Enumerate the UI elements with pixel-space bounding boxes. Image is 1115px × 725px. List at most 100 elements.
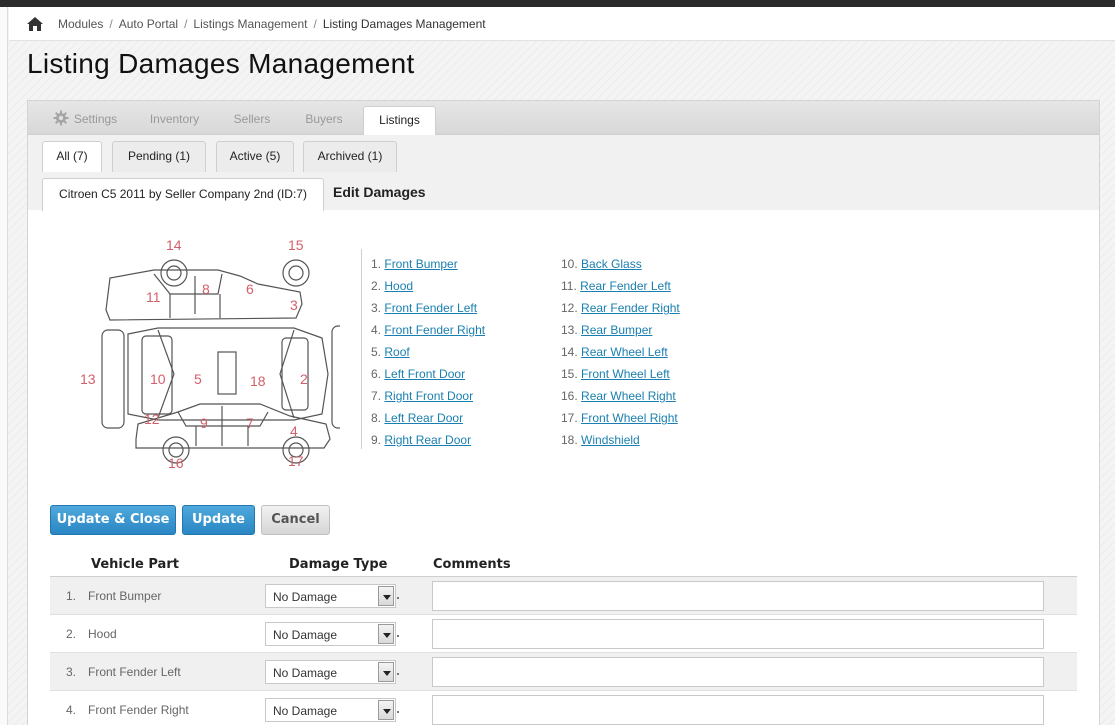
diagram-label-9: 9 — [200, 415, 208, 431]
chevron-down-icon[interactable] — [378, 700, 394, 720]
part-number: 10. — [561, 257, 578, 271]
comment-input[interactable] — [432, 695, 1044, 725]
part-number: 3. — [371, 301, 382, 315]
part-number: 4. — [371, 323, 382, 337]
damage-type-value: No Damage — [273, 628, 338, 642]
subtab-active[interactable]: Active (5) — [216, 141, 294, 172]
diagram-label-18: 18 — [250, 373, 266, 389]
comment-input[interactable] — [432, 619, 1044, 649]
chevron-down-icon[interactable] — [378, 624, 394, 644]
list-item: 6. Left Front Door — [371, 363, 485, 385]
part-link[interactable]: Right Rear Door — [384, 433, 471, 447]
home-icon[interactable] — [26, 16, 44, 32]
part-link[interactable]: Left Rear Door — [384, 411, 463, 425]
subtab-archived[interactable]: Archived (1) — [303, 141, 397, 172]
diagram-label-12: 12 — [144, 411, 160, 427]
main-tab-bar: Settings Inventory Sellers Buyers Listin… — [28, 101, 1099, 136]
select-dot — [397, 711, 399, 713]
main-panel: Settings Inventory Sellers Buyers Listin… — [27, 100, 1100, 725]
parts-list-col-1: 1. Front Bumper 2. Hood 3. Front Fender … — [371, 253, 485, 451]
list-item: 16. Rear Wheel Right — [561, 385, 680, 407]
part-link[interactable]: Back Glass — [581, 257, 642, 271]
comment-input[interactable] — [432, 657, 1044, 687]
subtab-all[interactable]: All (7) — [42, 141, 102, 172]
comment-input[interactable] — [432, 581, 1044, 611]
part-number: 18. — [561, 433, 578, 447]
vehicle-damage-diagram: 1 2 3 4 5 6 7 8 9 10 11 12 13 14 15 16 1… — [80, 237, 340, 471]
list-item: 7. Right Front Door — [371, 385, 485, 407]
part-link[interactable]: Windshield — [581, 433, 640, 447]
damage-type-select[interactable]: No Damage — [265, 698, 396, 722]
part-link[interactable]: Rear Fender Left — [580, 279, 671, 293]
breadcrumb-auto-portal[interactable]: Auto Portal — [119, 17, 178, 31]
tab-settings[interactable]: Settings — [48, 106, 122, 135]
list-item: 5. Roof — [371, 341, 485, 363]
update-close-button[interactable]: Update & Close — [50, 505, 176, 535]
diagram-label-13: 13 — [80, 371, 96, 387]
breadcrumb-listings-management[interactable]: Listings Management — [193, 17, 307, 31]
subtab-pending[interactable]: Pending (1) — [112, 141, 206, 172]
part-number: 6. — [371, 367, 382, 381]
cancel-button[interactable]: Cancel — [261, 505, 330, 535]
damage-type-select[interactable]: No Damage — [265, 622, 396, 646]
chevron-down-icon[interactable] — [378, 662, 394, 682]
tab-sellers[interactable]: Sellers — [226, 106, 278, 135]
diagram-label-5: 5 — [194, 371, 202, 387]
header-comments: Comments — [433, 557, 511, 572]
grid-header: Vehicle Part Damage Type Comments — [50, 553, 1077, 577]
row-number: 3. — [66, 665, 77, 679]
table-row: 1. Front Bumper No Damage — [50, 577, 1077, 615]
part-link[interactable]: Left Front Door — [384, 367, 465, 381]
diagram-label-8: 8 — [202, 281, 210, 297]
parts-divider — [361, 249, 362, 449]
list-item: 14. Rear Wheel Left — [561, 341, 680, 363]
part-number: 1. — [371, 257, 382, 271]
part-number: 17. — [561, 411, 578, 425]
part-link[interactable]: Hood — [384, 279, 413, 293]
list-item: 17. Front Wheel Right — [561, 407, 680, 429]
list-item: 3. Front Fender Left — [371, 297, 485, 319]
diagram-label-2: 2 — [300, 371, 308, 387]
damage-type-select[interactable]: No Damage — [265, 660, 396, 684]
part-link[interactable]: Front Fender Left — [384, 301, 477, 315]
part-link[interactable]: Rear Bumper — [581, 323, 652, 337]
gear-icon — [53, 109, 69, 126]
list-item: 10. Back Glass — [561, 253, 680, 275]
part-link[interactable]: Rear Fender Right — [581, 301, 680, 315]
update-button[interactable]: Update — [182, 505, 255, 535]
left-sidebar-strip — [0, 7, 8, 725]
breadcrumb-modules[interactable]: Modules — [58, 17, 103, 31]
part-link[interactable]: Front Wheel Left — [581, 367, 670, 381]
part-number: 16. — [561, 389, 578, 403]
list-item: 1. Front Bumper — [371, 253, 485, 275]
list-item: 2. Hood — [371, 275, 485, 297]
diagram-label-17: 17 — [288, 453, 304, 469]
damage-type-select[interactable]: No Damage — [265, 584, 396, 608]
diagram-label-14: 14 — [166, 237, 182, 253]
tab-buyers[interactable]: Buyers — [298, 106, 350, 135]
chevron-down-icon[interactable] — [378, 586, 394, 606]
part-link[interactable]: Roof — [384, 345, 409, 359]
table-row: 4. Front Fender Right No Damage — [50, 691, 1077, 725]
tab-inventory[interactable]: Inventory — [143, 106, 206, 135]
part-link[interactable]: Rear Wheel Right — [581, 389, 676, 403]
list-item: 18. Windshield — [561, 429, 680, 451]
part-link[interactable]: Front Wheel Right — [581, 411, 678, 425]
tab-listings[interactable]: Listings — [363, 106, 436, 136]
select-dot — [397, 635, 399, 637]
table-row: 2. Hood No Damage — [50, 615, 1077, 653]
part-link[interactable]: Right Front Door — [384, 389, 473, 403]
list-item: 4. Front Fender Right — [371, 319, 485, 341]
part-number: 2. — [371, 279, 382, 293]
diagram-label-16: 16 — [168, 455, 184, 471]
breadcrumb-separator: / — [184, 16, 188, 31]
table-row: 3. Front Fender Left No Damage — [50, 653, 1077, 691]
part-link[interactable]: Front Bumper — [384, 257, 457, 271]
part-link[interactable]: Rear Wheel Left — [581, 345, 668, 359]
part-number: 15. — [561, 367, 578, 381]
damages-grid: Vehicle Part Damage Type Comments 1. Fro… — [50, 553, 1077, 725]
breadcrumb-separator: / — [109, 16, 113, 31]
part-link[interactable]: Front Fender Right — [384, 323, 485, 337]
diagram-label-4: 4 — [290, 423, 298, 439]
listing-tab[interactable]: Citroen C5 2011 by Seller Company 2nd (I… — [42, 178, 324, 211]
